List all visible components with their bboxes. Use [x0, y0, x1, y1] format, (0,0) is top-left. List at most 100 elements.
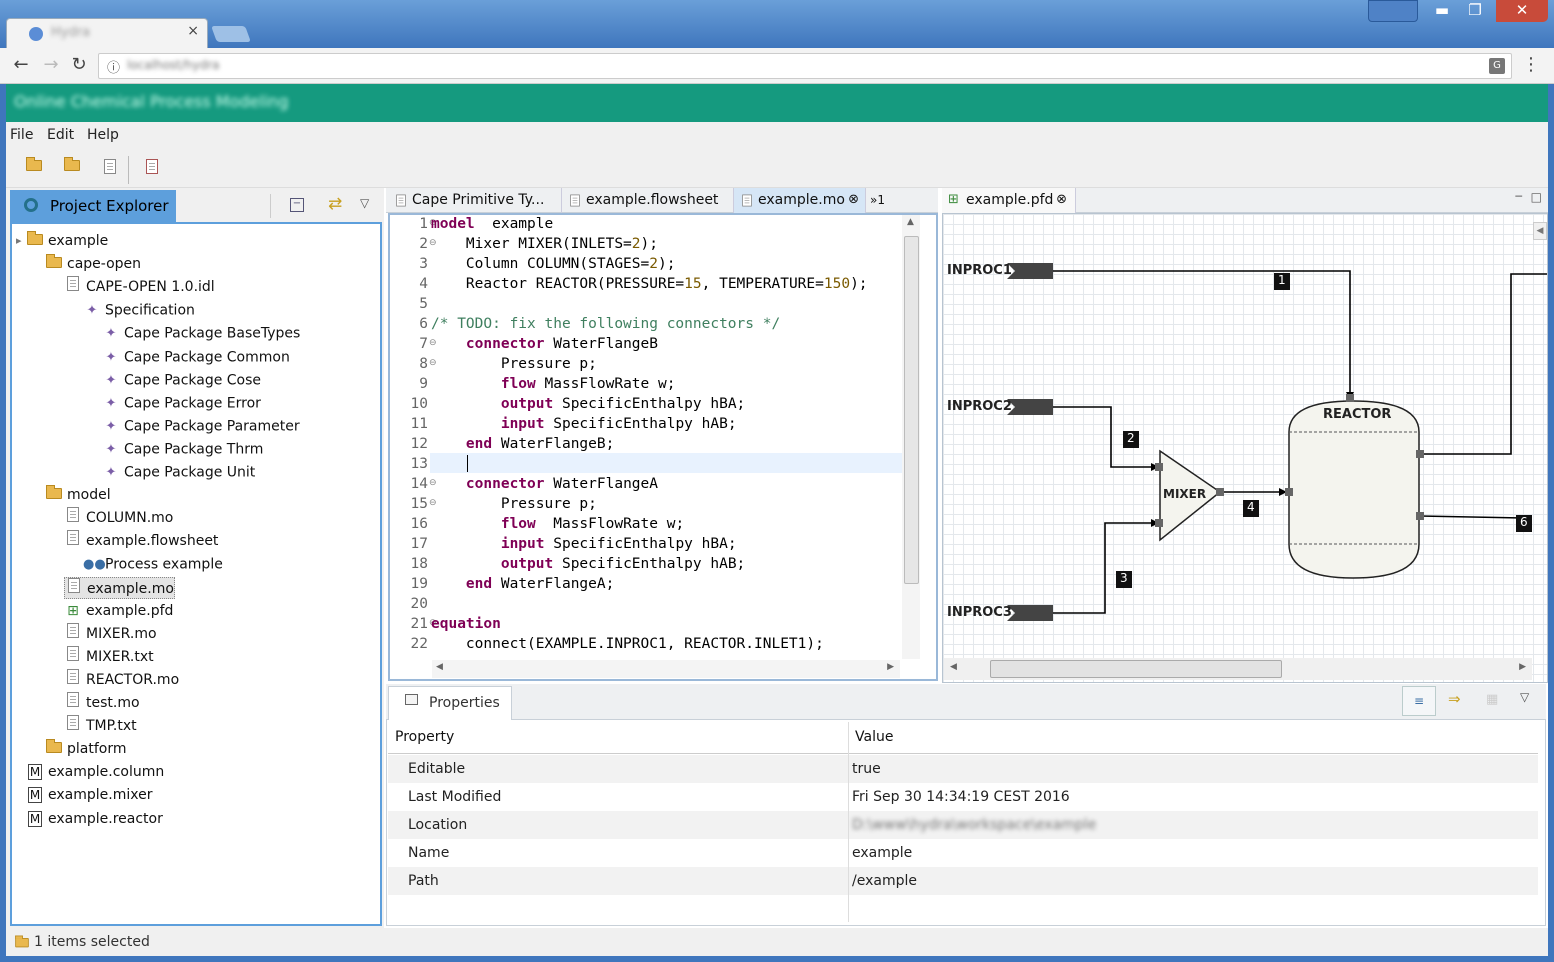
reload-icon[interactable]: ↻: [68, 54, 90, 76]
tree-item[interactable]: Mexample.column: [26, 761, 164, 783]
line-number: 16: [410, 516, 428, 532]
diagram-scroll-thumb[interactable]: [990, 660, 1282, 678]
tab-example-flowsheet[interactable]: example.flowsheet: [562, 188, 734, 213]
properties-tabbar: ≡ ⇒ ▦ ▽: [386, 684, 1546, 720]
expand-icon[interactable]: ▸: [16, 230, 22, 252]
close-window-icon[interactable]: ✕: [1496, 0, 1548, 22]
tree-item[interactable]: model: [45, 484, 111, 506]
tree-item[interactable]: test.mo: [64, 692, 140, 714]
file-icon: [64, 507, 82, 529]
tree-item[interactable]: COLUMN.mo: [64, 507, 173, 529]
back-icon[interactable]: ←: [10, 54, 32, 76]
tree-item[interactable]: ✦ Cape Package Unit: [102, 461, 256, 483]
minimize-icon[interactable]: ▬: [1428, 0, 1456, 22]
tree-item[interactable]: ✦ Cape Package Parameter: [102, 415, 300, 437]
tree-item[interactable]: example.flowsheet: [64, 530, 218, 552]
editor-scroll-thumb[interactable]: [904, 236, 919, 584]
tree-item[interactable]: Mexample.mixer: [26, 784, 152, 806]
tree-item[interactable]: ⊞ example.pfd: [64, 600, 173, 622]
tree-item[interactable]: ✦ Specification: [83, 299, 195, 321]
tree-item[interactable]: ✦ Cape Package Error: [102, 392, 261, 414]
tab-example-mo[interactable]: example.mo ⊗: [734, 188, 866, 213]
tree-item[interactable]: ✦ Cape Package Common: [102, 346, 290, 368]
tree-item-label: model: [67, 487, 111, 504]
property-key: Last Modified: [408, 789, 502, 805]
tab-example-pfd[interactable]: ⊞ example.pfd ⊗: [942, 188, 1076, 213]
open-project-icon[interactable]: [64, 157, 84, 179]
browser-menu-icon[interactable]: ⋮: [1522, 54, 1540, 75]
minimize-view-icon[interactable]: ─: [1515, 190, 1522, 203]
collapse-all-icon[interactable]: −: [290, 198, 304, 212]
new-file-icon[interactable]: [104, 159, 124, 179]
tree-item[interactable]: ✦ Cape Package Cose: [102, 369, 262, 391]
show-categories-icon[interactable]: ≡: [1402, 686, 1436, 716]
palette-toggle-icon[interactable]: ◀: [1533, 222, 1547, 240]
restore-default-icon[interactable]: ▦: [1486, 692, 1498, 707]
stream-label-2[interactable]: 2: [1127, 431, 1135, 445]
tree-item-label: Process example: [105, 556, 223, 573]
project-explorer-tab[interactable]: Project Explorer: [10, 190, 176, 222]
tree-item[interactable]: example.mo: [64, 576, 175, 599]
maximize-icon[interactable]: ❐: [1460, 0, 1490, 22]
column-header-value[interactable]: Value: [855, 729, 893, 745]
menu-help[interactable]: Help: [87, 127, 119, 143]
view-menu-icon[interactable]: ▽: [1520, 690, 1529, 704]
menu-edit[interactable]: Edit: [47, 127, 74, 143]
properties-tab[interactable]: Properties: [388, 686, 512, 720]
tree-item[interactable]: ●●Process example: [83, 553, 223, 575]
file-icon: [64, 692, 82, 714]
browser-tab[interactable]: Hydra ×: [6, 18, 208, 48]
tree-item[interactable]: MIXER.txt: [64, 645, 154, 668]
editor-horizontal-scrollbar[interactable]: ◀ ▶: [432, 660, 900, 678]
tree-item[interactable]: TMP.txt: [64, 715, 137, 737]
forward-icon[interactable]: →: [40, 54, 62, 76]
mixer-label[interactable]: MIXER: [1163, 487, 1206, 501]
tree-item[interactable]: CAPE-OPEN 1.0.idl: [64, 276, 215, 298]
tree-item-label: example.pfd: [86, 602, 174, 619]
close-tab-icon[interactable]: ⊗: [1056, 188, 1067, 212]
flowsheet-diagram[interactable]: INPROC1 INPROC2 INPROC3 MIXER REACTOR 1 …: [942, 213, 1548, 683]
more-tabs-button[interactable]: »1: [866, 188, 896, 213]
inproc2-label[interactable]: INPROC2: [947, 399, 1012, 414]
tree-item[interactable]: platform: [45, 738, 127, 760]
close-tab-icon[interactable]: ×: [187, 23, 199, 39]
new-tab-button[interactable]: [211, 26, 251, 42]
line-number: 4: [419, 276, 428, 292]
code-line: input SpecificEnthalpy hAB;: [500, 416, 737, 432]
column-header-property[interactable]: Property: [395, 729, 454, 745]
tree-item[interactable]: MIXER.mo: [64, 622, 157, 645]
toolbar: [6, 150, 1548, 188]
maximize-view-icon[interactable]: □: [1531, 190, 1542, 204]
property-row[interactable]: Last Modified Fri Sep 30 14:34:19 CEST 20…: [388, 783, 1538, 811]
reactor-label[interactable]: REACTOR: [1323, 407, 1391, 422]
filter-advanced-icon[interactable]: ⇒: [1448, 690, 1461, 708]
tree-item[interactable]: ▸ example: [16, 230, 108, 252]
address-input[interactable]: ⓘ localhost/hydra G: [98, 53, 1512, 79]
tree-item[interactable]: ✦ Cape Package Thrm: [102, 438, 264, 460]
stream-label-1[interactable]: 1: [1278, 273, 1286, 287]
export-icon[interactable]: [146, 159, 166, 179]
info-icon[interactable]: ⓘ: [107, 57, 120, 76]
view-menu-icon[interactable]: ▽: [360, 196, 369, 210]
close-tab-icon[interactable]: ⊗: [848, 188, 859, 212]
tree-item[interactable]: ✦ Cape Package BaseTypes: [102, 322, 301, 344]
tree-item[interactable]: Mexample.reactor: [26, 808, 163, 830]
menu-file[interactable]: File: [10, 127, 33, 143]
translate-icon[interactable]: G: [1489, 58, 1505, 74]
property-row[interactable]: Path/example: [388, 867, 1538, 895]
tab-cape-primitive[interactable]: Cape Primitive Ty...: [388, 188, 562, 213]
property-row[interactable]: Location D:\www\hydra\workspace\example: [388, 811, 1538, 839]
property-row[interactable]: Name example: [388, 839, 1538, 867]
link-editor-icon[interactable]: ⇄: [328, 194, 342, 214]
profile-button[interactable]: [1368, 0, 1418, 22]
stream-label-6[interactable]: 6: [1520, 515, 1528, 529]
property-value: Fri Sep 30 14:34:19 CEST 2016: [852, 789, 1070, 805]
property-row[interactable]: Editable true: [388, 755, 1538, 783]
inproc3-label[interactable]: INPROC3: [947, 605, 1012, 620]
stream-label-3[interactable]: 3: [1120, 571, 1128, 585]
open-folder-icon[interactable]: [26, 157, 46, 179]
tree-item[interactable]: REACTOR.mo: [64, 668, 179, 691]
tree-item[interactable]: cape-open: [45, 253, 141, 275]
stream-label-4[interactable]: 4: [1247, 500, 1255, 514]
inproc1-label[interactable]: INPROC1: [947, 263, 1012, 278]
